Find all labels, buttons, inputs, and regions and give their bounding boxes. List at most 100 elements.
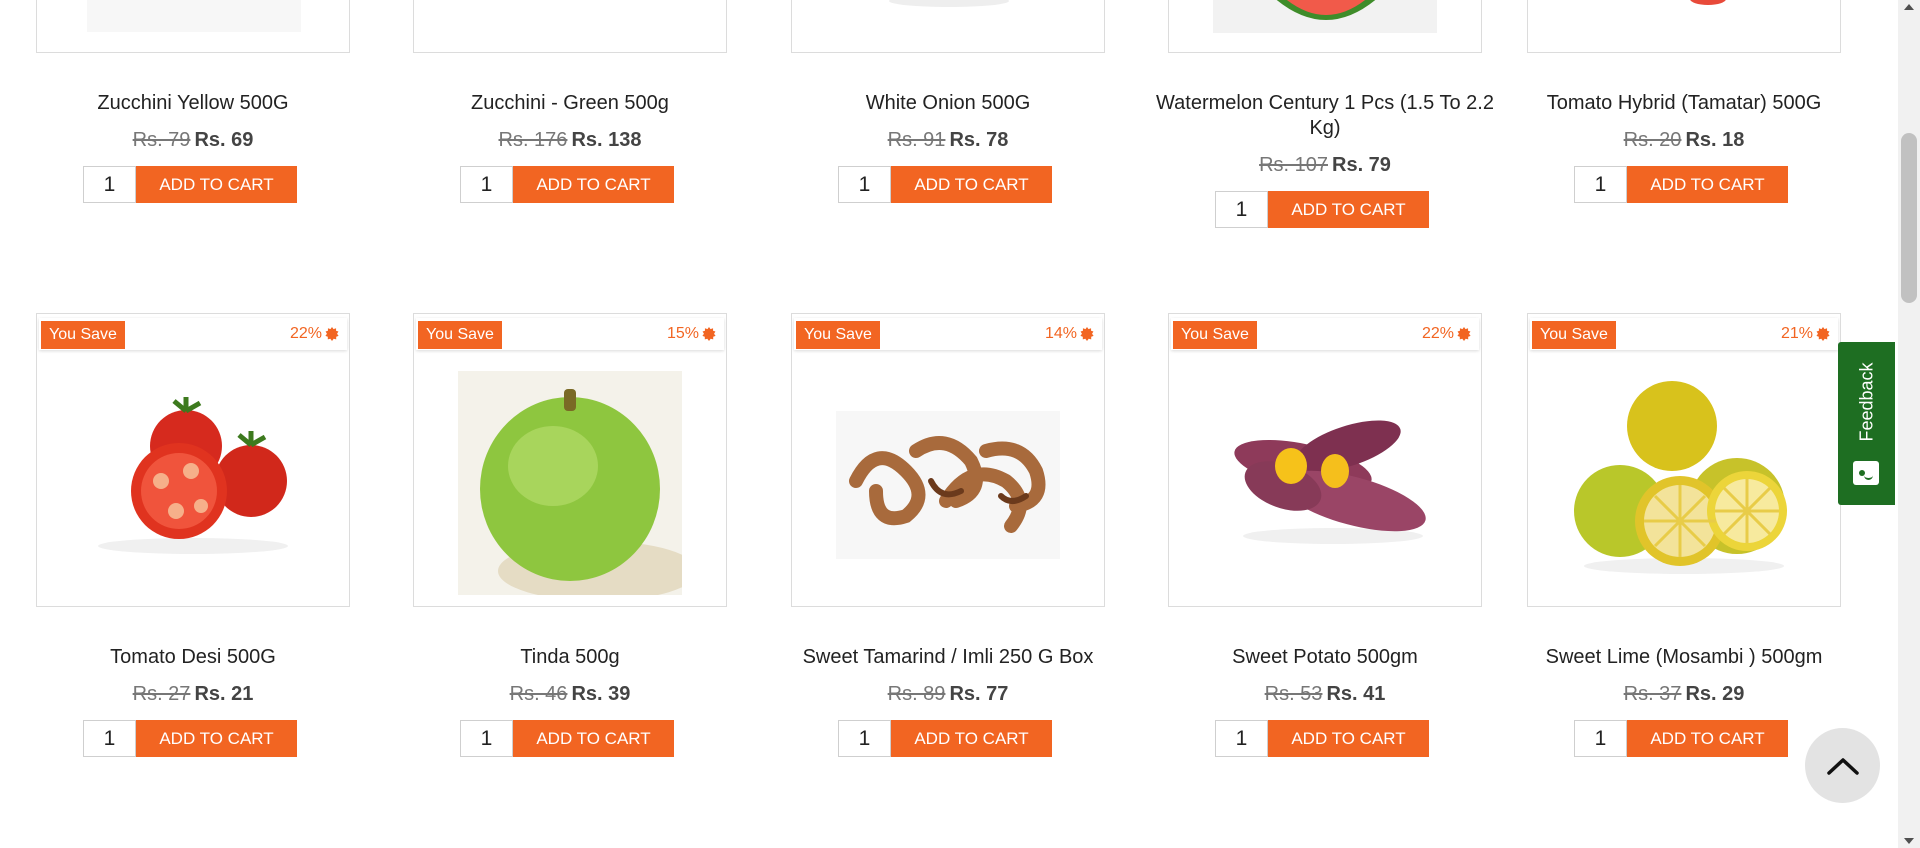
sale-price: Rs. 78	[949, 129, 1009, 151]
product-image[interactable]: You Save 22%	[36, 313, 350, 607]
add-to-cart-button[interactable]: ADD TO CART	[1627, 720, 1788, 757]
product-price: Rs. 176 Rs. 138	[413, 129, 727, 152]
original-price: Rs. 27	[132, 683, 191, 705]
quantity-input[interactable]	[838, 720, 891, 757]
product-grid: Zucchini Yellow 500G Rs. 79Rs. 69 ADD TO…	[0, 0, 1898, 848]
sale-price: Rs. 18	[1685, 129, 1745, 151]
product-price: Rs. 37 Rs. 29	[1527, 683, 1841, 706]
burst-icon	[1457, 327, 1471, 341]
product-title[interactable]: Zucchini Yellow 500G	[23, 91, 363, 116]
sale-price: Rs. 77	[949, 683, 1009, 705]
discount-percent: 22%	[1422, 323, 1471, 345]
sale-price: Rs. 69	[194, 129, 254, 151]
product-title[interactable]: Watermelon Century 1 Pcs (1.5 To 2.2 Kg)	[1155, 91, 1495, 141]
add-to-cart-button[interactable]: ADD TO CART	[513, 720, 674, 757]
product-card: You Save 22% Sweet Potato 500gm Rs. 53 R…	[1168, 313, 1482, 757]
add-to-cart-button[interactable]: ADD TO CART	[136, 166, 297, 203]
quantity-input[interactable]	[83, 720, 136, 757]
discount-percent: 15%	[667, 323, 716, 345]
product-price: Rs. 46 Rs. 39	[413, 683, 727, 706]
discount-percent: 14%	[1045, 323, 1094, 345]
feedback-label: Feedback	[1856, 362, 1876, 442]
product-price: Rs. 89 Rs. 77	[791, 683, 1105, 706]
product-image[interactable]: You Save 15%	[413, 313, 727, 607]
chevron-up-icon	[1826, 757, 1859, 775]
product-price: Rs. 53 Rs. 41	[1168, 683, 1482, 706]
product-title[interactable]: Tomato Hybrid (Tamatar) 500G	[1514, 91, 1854, 116]
add-to-cart-button[interactable]: ADD TO CART	[891, 720, 1052, 757]
product-title[interactable]: White Onion 500G	[778, 91, 1118, 116]
product-title[interactable]: Sweet Tamarind / Imli 250 G Box	[778, 645, 1118, 670]
discount-value: 22%	[1421, 325, 1454, 342]
product-title[interactable]: Sweet Lime (Mosambi ) 500gm	[1514, 645, 1854, 670]
quantity-input[interactable]	[1574, 166, 1627, 203]
scroll-up-arrow-icon[interactable]	[1904, 4, 1914, 10]
quantity-input[interactable]	[1215, 720, 1268, 757]
you-save-badge: You Save	[1532, 321, 1616, 349]
product-title[interactable]: Sweet Potato 500gm	[1155, 645, 1495, 670]
page-scrollbar[interactable]	[1898, 0, 1920, 848]
product-price: Rs. 107 Rs. 79	[1168, 154, 1482, 177]
quantity-input[interactable]	[460, 166, 513, 203]
product-image[interactable]	[791, 0, 1105, 53]
you-save-badge: You Save	[41, 321, 125, 349]
add-to-cart-button[interactable]: ADD TO CART	[1268, 720, 1429, 757]
original-price: Rs. 37	[1623, 683, 1682, 705]
back-to-top-button[interactable]	[1805, 728, 1880, 803]
add-to-cart-group: ADD TO CART	[1521, 720, 1841, 757]
discount-value: 14%	[1044, 325, 1077, 342]
sale-price: Rs. 41	[1326, 683, 1386, 705]
burst-icon	[325, 327, 339, 341]
product-card: White Onion 500G Rs. 91Rs. 78 ADD TO CAR…	[791, 0, 1105, 203]
product-card: Tomato Hybrid (Tamatar) 500G Rs. 20 Rs. 1…	[1527, 0, 1841, 203]
product-card: You Save 22% Tomato Desi 500G Rs. 27 Rs.…	[36, 313, 350, 757]
original-price: Rs. 53	[1264, 683, 1323, 705]
product-image[interactable]	[1168, 0, 1482, 53]
original-price: Rs. 79	[132, 129, 191, 151]
discount-value: 15%	[666, 325, 699, 342]
product-title[interactable]: Zucchini - Green 500g	[400, 91, 740, 116]
add-to-cart-button[interactable]: ADD TO CART	[891, 166, 1052, 203]
product-image[interactable]	[413, 0, 727, 53]
scrollbar-thumb[interactable]	[1901, 133, 1917, 303]
product-price: Rs. 91 Rs. 78	[791, 129, 1105, 152]
product-image[interactable]: You Save 22%	[1168, 313, 1482, 607]
quantity-input[interactable]	[838, 166, 891, 203]
original-price: Rs. 107	[1259, 154, 1328, 176]
product-title[interactable]: Tomato Desi 500G	[23, 645, 363, 670]
discount-strip: You Save 22%	[1171, 318, 1479, 350]
sale-price: Rs. 138	[571, 129, 642, 151]
feedback-tab[interactable]: Feedback	[1838, 342, 1895, 505]
product-image[interactable]	[1527, 0, 1841, 53]
add-to-cart-button[interactable]: ADD TO CART	[1268, 191, 1429, 228]
product-title[interactable]: Tinda 500g	[400, 645, 740, 670]
add-to-cart-group: ADD TO CART	[1162, 191, 1482, 228]
product-image[interactable]: You Save 14%	[791, 313, 1105, 607]
product-card: You Save 21% Sweet Lime (Mosambi) 500gm…	[1527, 313, 1841, 757]
add-to-cart-group: ADD TO CART	[407, 720, 727, 757]
quantity-input[interactable]	[460, 720, 513, 757]
burst-icon	[1080, 327, 1094, 341]
you-save-badge: You Save	[796, 321, 880, 349]
add-to-cart-group: ADD TO CART	[1521, 166, 1841, 203]
sweet-potato-image	[1213, 371, 1437, 595]
product-image[interactable]	[36, 0, 350, 53]
quantity-input[interactable]	[1574, 720, 1627, 757]
you-save-badge: You Save	[418, 321, 502, 349]
add-to-cart-button[interactable]: ADD TO CART	[513, 166, 674, 203]
product-card: Zucchini - Green 500g Rs. 176Rs. 138 ADD…	[413, 0, 727, 203]
product-card: You Save 14% Sweet Tamarind / Imli 250 G…	[791, 313, 1105, 757]
product-price: Rs. 79 Rs. 69	[36, 129, 350, 152]
quantity-input[interactable]	[1215, 191, 1268, 228]
quantity-input[interactable]	[83, 166, 136, 203]
product-image[interactable]: You Save 21%	[1527, 313, 1841, 607]
tomato-image	[81, 371, 305, 595]
discount-strip: You Save 15%	[416, 318, 724, 350]
add-to-cart-button[interactable]: ADD TO CART	[136, 720, 297, 757]
tamarind-image	[836, 371, 1060, 595]
discount-strip: You Save 14%	[794, 318, 1102, 350]
tinda-image	[458, 371, 682, 596]
add-to-cart-group: ADD TO CART	[1162, 720, 1482, 757]
scroll-down-arrow-icon[interactable]	[1904, 838, 1914, 844]
add-to-cart-button[interactable]: ADD TO CART	[1627, 166, 1788, 203]
